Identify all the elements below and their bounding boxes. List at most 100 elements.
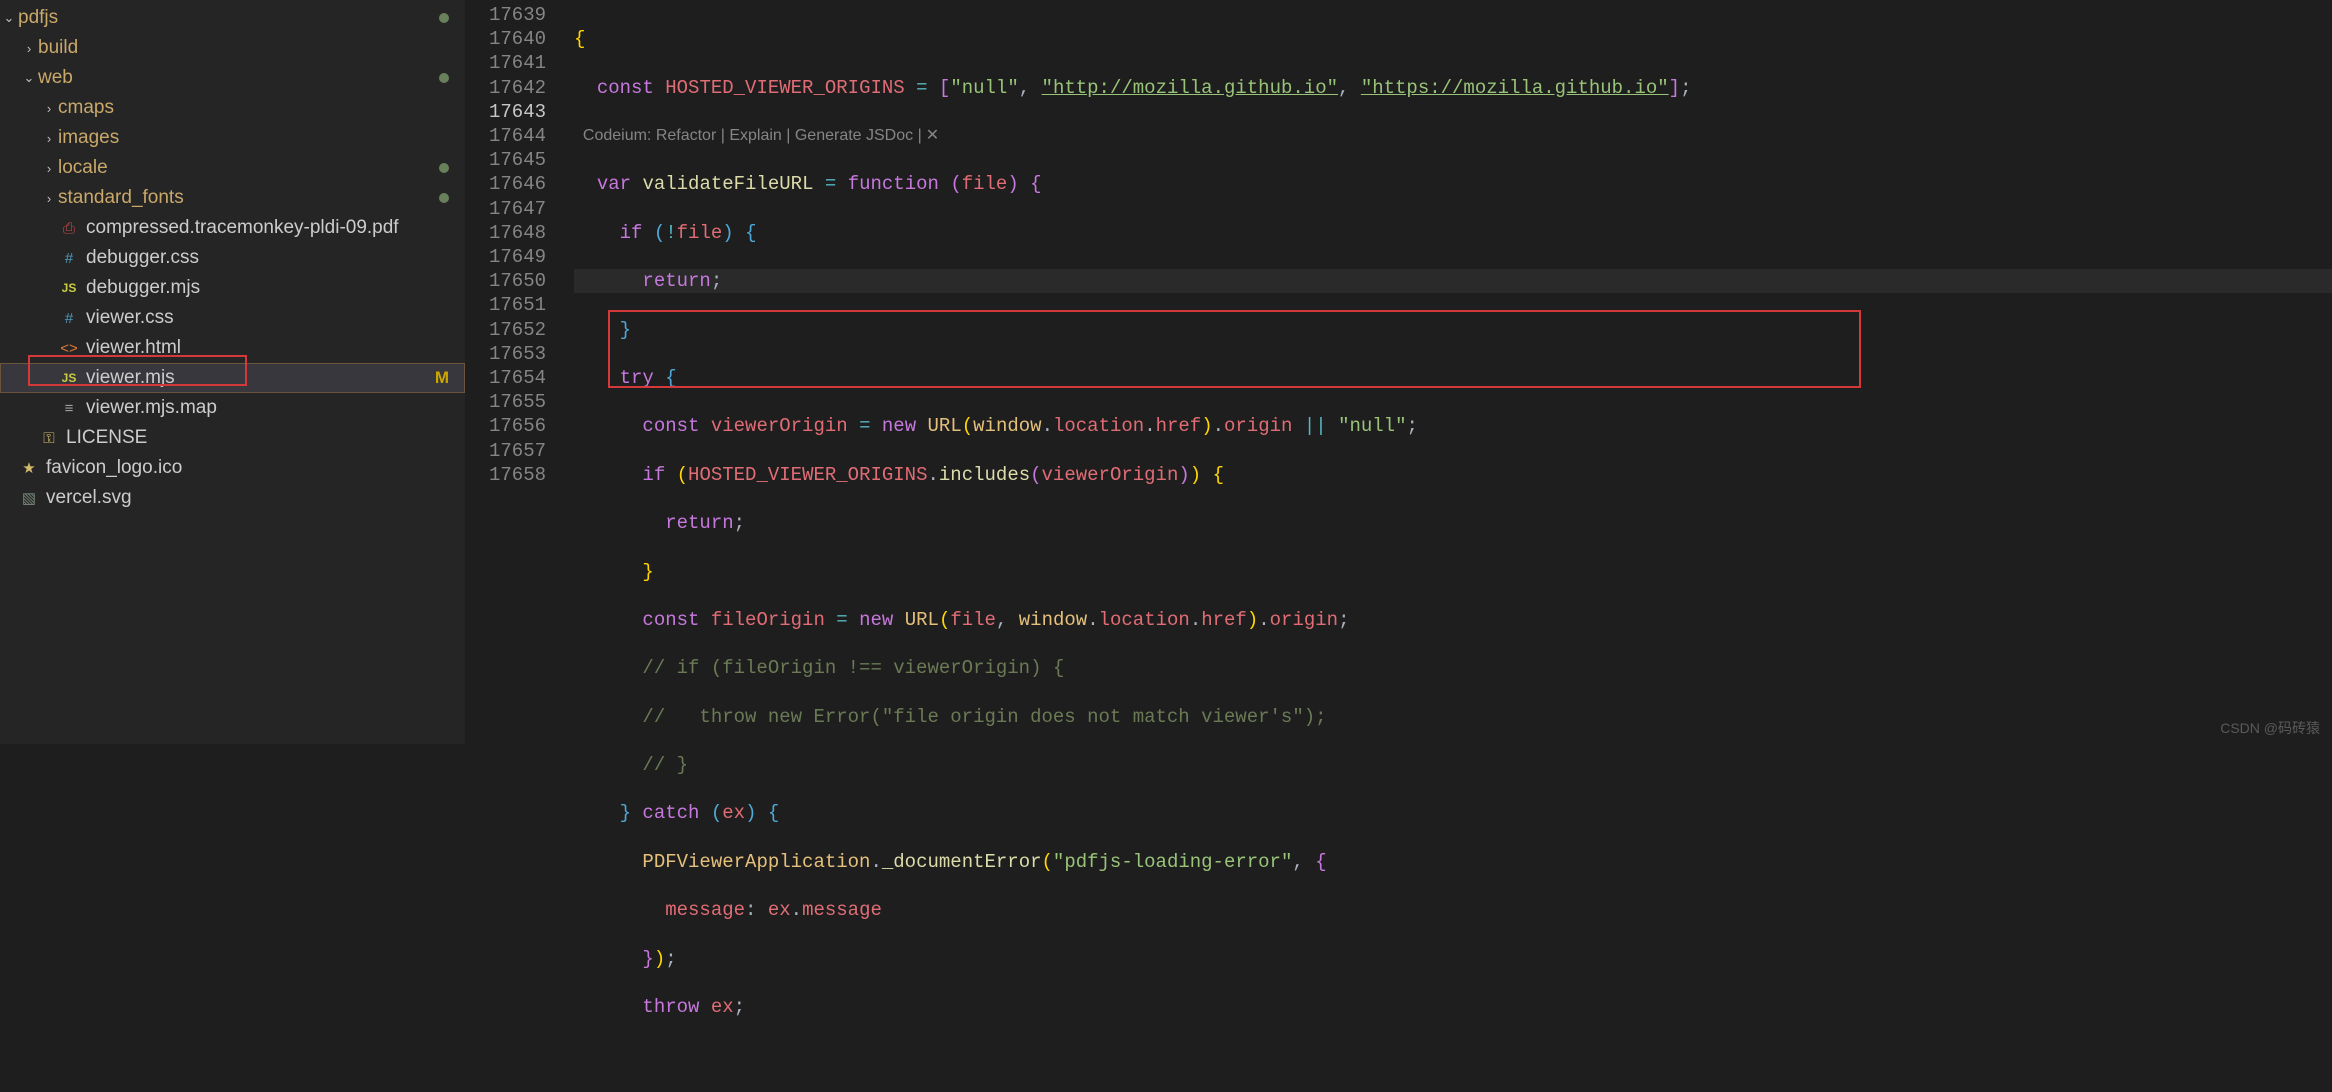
folder-label: locale [58, 157, 439, 179]
folder-label: standard_fonts [58, 187, 439, 209]
fn-name: validateFileURL [642, 173, 813, 195]
var-ref: viewerOrigin [1042, 464, 1179, 486]
close-icon[interactable]: ✕ [926, 127, 939, 144]
chevron-right-icon[interactable]: › [20, 41, 38, 56]
file-row[interactable]: ⚿ LICENSE [0, 423, 465, 453]
line-number[interactable]: 17641 [466, 51, 546, 75]
line-number[interactable]: 17649 [466, 245, 546, 269]
file-tree: ⌄pdfjs›build⌄web›cmaps›images›locale›sta… [0, 0, 465, 513]
file-label: LICENSE [66, 427, 449, 449]
file-label: viewer.html [86, 337, 449, 359]
line-number[interactable]: 17657 [466, 439, 546, 463]
git-dot-indicator [439, 13, 449, 23]
line-number[interactable]: 17653 [466, 342, 546, 366]
code-editor[interactable]: 1763917640176411764217643176441764517646… [466, 0, 2332, 744]
codelens-row[interactable]: Codeium: Refactor | Explain | Generate J… [574, 124, 2332, 148]
folder-row[interactable]: ›images [0, 123, 465, 153]
comment-line: // } [574, 754, 688, 776]
const-name: HOSTED_VIEWER_ORIGINS [665, 77, 904, 99]
svg-icon: ▧ [18, 489, 40, 507]
line-number[interactable]: 17643 [466, 100, 546, 124]
folder-row[interactable]: ⌄web [0, 63, 465, 93]
file-row[interactable]: ≡ viewer.mjs.map [0, 393, 465, 423]
var-fileorigin: fileOrigin [711, 609, 825, 631]
folder-row[interactable]: ⌄pdfjs [0, 3, 465, 33]
chevron-down-icon[interactable]: ⌄ [20, 70, 38, 86]
string-literal: "null" [1338, 415, 1406, 437]
codelens-actions[interactable]: Codeium: Refactor | Explain | Generate J… [583, 127, 922, 144]
var-ref: ex [768, 899, 791, 921]
line-number[interactable]: 17647 [466, 197, 546, 221]
folder-row[interactable]: ›locale [0, 153, 465, 183]
file-row[interactable]: ▧vercel.svg [0, 483, 465, 513]
chevron-right-icon[interactable]: › [40, 161, 58, 176]
line-number[interactable]: 17652 [466, 318, 546, 342]
folder-row[interactable]: ›cmaps [0, 93, 465, 123]
file-row[interactable]: JS debugger.mjs [0, 273, 465, 303]
line-number[interactable]: 17651 [466, 293, 546, 317]
var-ref: file [950, 609, 996, 631]
file-label: debugger.mjs [86, 277, 449, 299]
line-number[interactable]: 17645 [466, 148, 546, 172]
file-row[interactable]: ⎙ compressed.tracemonkey-pldi-09.pdf [0, 213, 465, 243]
class-url: URL [928, 415, 962, 437]
watermark: CSDN @码砖猿 [2220, 718, 2320, 738]
comment-line: // if (fileOrigin !== viewerOrigin) { [574, 657, 1064, 679]
line-number[interactable]: 17640 [466, 27, 546, 51]
file-label: favicon_logo.ico [46, 457, 449, 479]
comment-line: // throw new Error("file origin does not… [574, 706, 1327, 728]
file-label: viewer.css [86, 307, 449, 329]
line-number[interactable]: 17648 [466, 221, 546, 245]
chevron-right-icon[interactable]: › [40, 101, 58, 116]
chevron-right-icon[interactable]: › [40, 131, 58, 146]
string-url[interactable]: "http://mozilla.github.io" [1042, 77, 1338, 99]
hash-icon: # [58, 250, 80, 267]
git-dot-indicator [439, 163, 449, 173]
param: file [962, 173, 1008, 195]
obj-pdfviewer: PDFViewerApplication [642, 851, 870, 873]
line-number[interactable]: 17642 [466, 76, 546, 100]
line-number[interactable]: 17654 [466, 366, 546, 390]
chevron-right-icon[interactable]: › [40, 191, 58, 206]
git-dot-indicator [439, 193, 449, 203]
var-ref: HOSTED_VIEWER_ORIGINS [688, 464, 927, 486]
folder-label: pdfjs [18, 7, 439, 29]
star-icon: ★ [18, 459, 40, 477]
line-number[interactable]: 17656 [466, 414, 546, 438]
key-icon: ⚿ [38, 430, 60, 447]
string-literal: "pdfjs-loading-error" [1053, 851, 1292, 873]
line-number[interactable]: 17655 [466, 390, 546, 414]
var-ex: ex [722, 802, 745, 824]
code-content[interactable]: { const HOSTED_VIEWER_ORIGINS = ["null",… [574, 0, 2332, 744]
file-label: compressed.tracemonkey-pldi-09.pdf [86, 217, 449, 239]
map-icon: ≡ [58, 400, 80, 417]
string-url[interactable]: "https://mozilla.github.io" [1361, 77, 1669, 99]
obj-window: window [1019, 609, 1087, 631]
line-number[interactable]: 17644 [466, 124, 546, 148]
folder-label: web [38, 67, 439, 89]
file-row[interactable]: # debugger.css [0, 243, 465, 273]
git-modified-badge: M [435, 368, 449, 388]
file-label: debugger.css [86, 247, 449, 269]
js-icon: JS [58, 371, 80, 385]
html-icon: <> [58, 340, 80, 357]
fn-documenterror: _documentError [882, 851, 1042, 873]
folder-row[interactable]: ›standard_fonts [0, 183, 465, 213]
file-label: viewer.mjs.map [86, 397, 449, 419]
file-row[interactable]: JS viewer.mjsM [0, 363, 465, 393]
line-number[interactable]: 17646 [466, 172, 546, 196]
file-row[interactable]: ★ favicon_logo.ico [0, 453, 465, 483]
line-number[interactable]: 17650 [466, 269, 546, 293]
file-label: viewer.mjs [86, 367, 435, 389]
chevron-down-icon[interactable]: ⌄ [0, 10, 18, 26]
obj-window: window [973, 415, 1041, 437]
file-row[interactable]: #viewer.css [0, 303, 465, 333]
git-dot-indicator [439, 73, 449, 83]
folder-row[interactable]: ›build [0, 33, 465, 63]
pdf-icon: ⎙ [58, 220, 80, 237]
line-number[interactable]: 17639 [466, 3, 546, 27]
file-explorer: ⌄pdfjs›build⌄web›cmaps›images›locale›sta… [0, 0, 466, 744]
line-number[interactable]: 17658 [466, 463, 546, 487]
js-icon: JS [58, 281, 80, 295]
file-row[interactable]: <> viewer.html [0, 333, 465, 363]
